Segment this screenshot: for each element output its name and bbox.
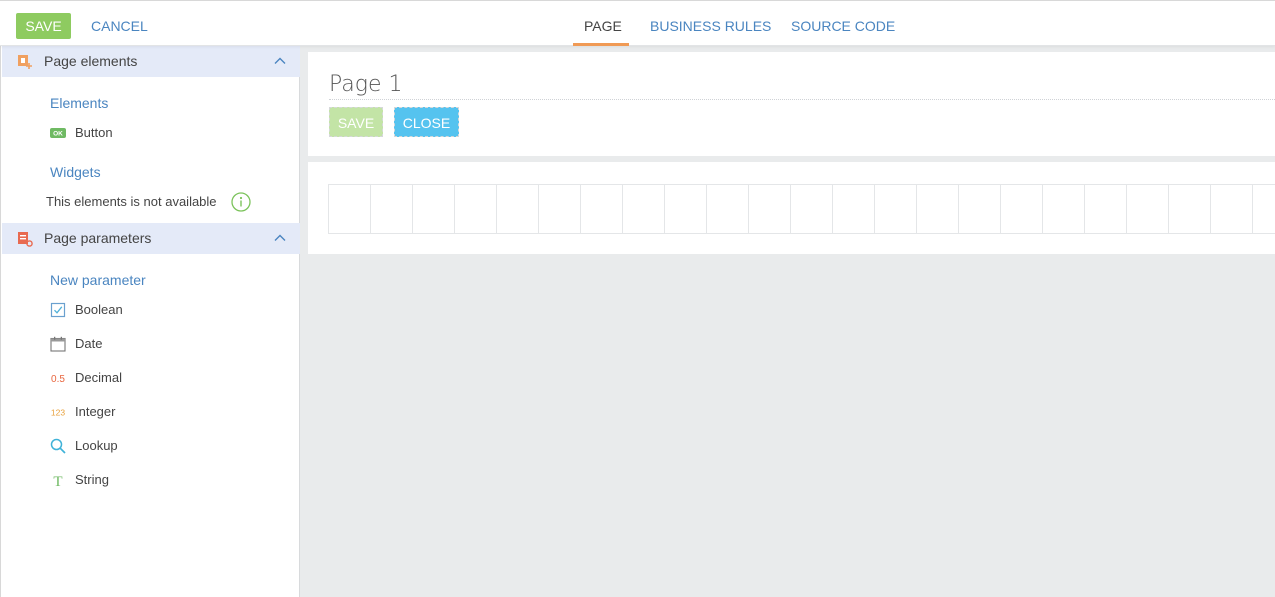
- search-icon: [50, 438, 66, 454]
- grid-cell[interactable]: [1043, 185, 1085, 233]
- element-item-label: Button: [75, 125, 113, 140]
- svg-text:T: T: [53, 474, 62, 488]
- grid-cell[interactable]: [917, 185, 959, 233]
- tab-page[interactable]: PAGE: [573, 13, 629, 46]
- sidebar: Page elements Elements OK Button Widgets…: [0, 46, 300, 597]
- page-parameters-icon: [18, 232, 33, 247]
- parameter-item-label: Lookup: [75, 438, 118, 453]
- grid-cell[interactable]: [959, 185, 1001, 233]
- tab-source-code[interactable]: SOURCE CODE: [791, 13, 895, 46]
- grid-cell[interactable]: [749, 185, 791, 233]
- grid-cell[interactable]: [329, 185, 371, 233]
- grid-cell[interactable]: [413, 185, 455, 233]
- section-title: Page parameters: [44, 230, 152, 246]
- title-divider: [329, 99, 1275, 100]
- parameter-item-label: Date: [75, 336, 103, 351]
- parameter-item-label: Decimal: [75, 370, 122, 385]
- cancel-button[interactable]: CANCEL: [91, 13, 148, 39]
- chevron-up-icon[interactable]: [273, 231, 287, 245]
- grid-cell[interactable]: [1127, 185, 1169, 233]
- grid-cell[interactable]: [497, 185, 539, 233]
- page-designer: SAVE CANCEL PAGE BUSINESS RULES SOURCE C…: [0, 0, 1275, 597]
- layout-grid[interactable]: [328, 184, 1275, 234]
- widgets-heading: Widgets: [50, 164, 101, 180]
- grid-cell[interactable]: [623, 185, 665, 233]
- parameter-item-label: Boolean: [75, 302, 123, 317]
- grid-cell[interactable]: [833, 185, 875, 233]
- page-close-button[interactable]: CLOSE: [394, 107, 459, 137]
- grid-cell[interactable]: [1169, 185, 1211, 233]
- grid-cell[interactable]: [665, 185, 707, 233]
- grid-cell[interactable]: [1211, 185, 1253, 233]
- new-parameter-heading: New parameter: [50, 272, 146, 288]
- grid-cell[interactable]: [791, 185, 833, 233]
- ok-button-icon: OK: [50, 128, 66, 138]
- grid-cell[interactable]: [371, 185, 413, 233]
- design-canvas: Page 1 SAVE CLOSE: [300, 46, 1275, 597]
- integer-icon: 123: [51, 408, 65, 418]
- chevron-up-icon[interactable]: [273, 54, 287, 68]
- info-icon[interactable]: [231, 192, 251, 212]
- grid-cell[interactable]: [539, 185, 581, 233]
- page-save-button[interactable]: SAVE: [329, 107, 383, 137]
- top-toolbar: SAVE CANCEL PAGE BUSINESS RULES SOURCE C…: [0, 0, 1275, 46]
- page-parameters-header[interactable]: Page parameters: [2, 223, 300, 254]
- checkbox-icon: [50, 302, 66, 318]
- grid-cell[interactable]: [1085, 185, 1127, 233]
- widgets-not-available-note: This elements is not available: [46, 194, 217, 209]
- grid-cell[interactable]: [1253, 185, 1275, 233]
- svg-text:0.5: 0.5: [51, 374, 65, 385]
- save-button[interactable]: SAVE: [16, 13, 71, 39]
- grid-cell[interactable]: [707, 185, 749, 233]
- parameter-item-label: String: [75, 472, 109, 487]
- grid-cell[interactable]: [875, 185, 917, 233]
- elements-heading: Elements: [50, 95, 109, 111]
- tab-business-rules[interactable]: BUSINESS RULES: [650, 13, 771, 46]
- grid-cell[interactable]: [581, 185, 623, 233]
- grid-cell[interactable]: [1001, 185, 1043, 233]
- text-icon: T: [53, 474, 62, 488]
- page-elements-header[interactable]: Page elements: [2, 46, 300, 77]
- page-title[interactable]: Page 1: [329, 72, 403, 97]
- parameter-item-label: Integer: [75, 404, 116, 419]
- decimal-icon: 0.5: [51, 374, 65, 385]
- section-title: Page elements: [44, 53, 138, 69]
- layout-grid-card: [308, 162, 1275, 254]
- svg-text:OK: OK: [53, 131, 63, 138]
- page-elements-icon: [18, 55, 32, 69]
- grid-cell[interactable]: [455, 185, 497, 233]
- svg-text:123: 123: [51, 408, 65, 418]
- calendar-icon: [50, 336, 66, 352]
- page-header-card: Page 1 SAVE CLOSE: [308, 52, 1275, 156]
